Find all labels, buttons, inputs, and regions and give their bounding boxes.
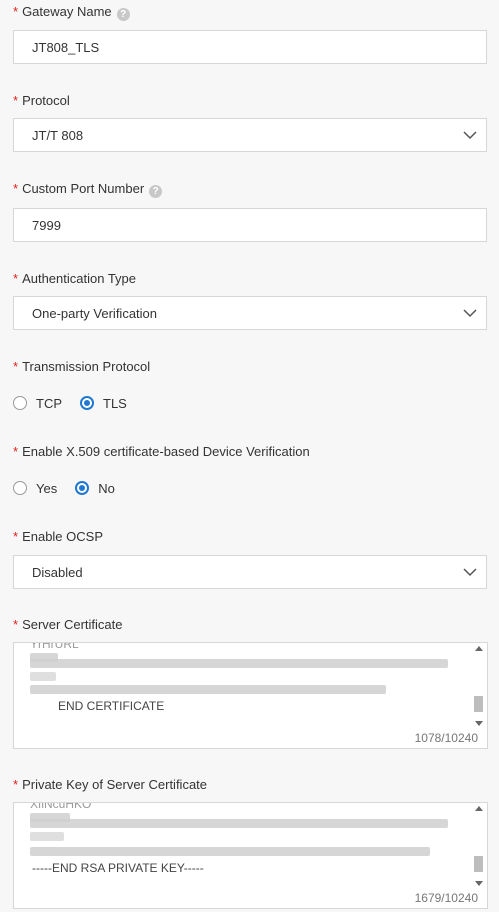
gateway-name-value: JT808_TLS <box>32 40 100 55</box>
auth-type-label: * Authentication Type <box>13 270 136 288</box>
radio-yes-label: Yes <box>36 480 58 496</box>
redacted-text <box>30 847 430 856</box>
scrollbar-thumb[interactable] <box>474 696 483 712</box>
server-certificate-textarea[interactable]: YrHrURL END CERTIFICATE 1078/10240 <box>13 642 488 749</box>
required-mark: * <box>13 93 19 108</box>
gateway-name-input[interactable]: JT808_TLS <box>13 30 487 64</box>
server-certificate-label-text: Server Certificate <box>22 617 123 632</box>
custom-port-value: 7999 <box>32 218 61 233</box>
required-mark: * <box>13 444 19 459</box>
required-mark: * <box>13 529 19 544</box>
scroll-down-icon[interactable] <box>475 881 483 886</box>
custom-port-input[interactable]: 7999 <box>13 208 487 242</box>
ocsp-select[interactable]: Disabled <box>13 555 487 589</box>
x509-verification-label-text: Enable X.509 certificate-based Device Ve… <box>22 444 310 459</box>
textarea-scrollbar[interactable] <box>474 806 484 886</box>
auth-type-label-text: Authentication Type <box>22 271 137 286</box>
private-key-char-counter: 1679/10240 <box>414 891 478 905</box>
ocsp-label: * Enable OCSP <box>13 528 103 546</box>
radio-no-label: No <box>98 480 115 496</box>
required-mark: * <box>13 271 19 286</box>
scroll-down-icon[interactable] <box>475 721 483 726</box>
question-circle-icon[interactable]: ? <box>149 185 163 198</box>
auth-type-select[interactable]: One-party Verification <box>13 296 487 330</box>
chevron-down-icon[interactable] <box>463 566 477 578</box>
redacted-text <box>30 819 448 828</box>
server-cert-char-counter: 1078/10240 <box>414 731 478 745</box>
radio-yes[interactable]: Yes <box>13 481 57 496</box>
gateway-name-label: * Gateway Name? <box>13 3 130 21</box>
auth-type-selected-value: One-party Verification <box>32 306 158 321</box>
protocol-label-text: Protocol <box>22 93 70 108</box>
private-key-label-text: Private Key of Server Certificate <box>22 777 208 792</box>
required-mark: * <box>13 4 19 19</box>
radio-tls-label: TLS <box>103 395 127 411</box>
radio-tls[interactable]: TLS <box>80 396 127 411</box>
protocol-selected-value: JT/T 808 <box>32 128 84 143</box>
private-key-textarea[interactable]: XfiNcuHKO -----END RSA PRIVATE KEY----- … <box>13 802 488 909</box>
radio-yes-circle[interactable] <box>13 481 27 495</box>
ocsp-selected-value: Disabled <box>32 565 83 580</box>
textarea-scrollbar[interactable] <box>474 646 484 726</box>
question-circle-icon[interactable]: ? <box>116 8 130 21</box>
server-certificate-label: * Server Certificate <box>13 616 122 634</box>
ocsp-label-text: Enable OCSP <box>22 529 103 544</box>
radio-no-circle[interactable] <box>75 481 90 495</box>
transmission-protocol-label: * Transmission Protocol <box>13 358 150 376</box>
radio-tcp-label: TCP <box>36 395 62 411</box>
scroll-up-icon[interactable] <box>475 646 483 651</box>
protocol-label: * Protocol <box>13 92 70 110</box>
transmission-protocol-radio-group: TCP TLS <box>13 394 145 412</box>
x509-verification-label: * Enable X.509 certificate-based Device V… <box>13 443 310 461</box>
required-mark: * <box>13 617 19 632</box>
redacted-text <box>30 659 448 668</box>
redacted-text <box>30 685 386 694</box>
server-cert-top-fragment: YrHrURL <box>30 642 79 651</box>
redacted-text <box>30 672 56 681</box>
private-key-last-line: -----END RSA PRIVATE KEY----- <box>32 861 204 875</box>
radio-tcp-circle[interactable] <box>13 396 27 410</box>
custom-port-label: * Custom Port Number? <box>13 180 163 198</box>
chevron-down-icon[interactable] <box>463 129 477 141</box>
chevron-down-icon[interactable] <box>463 307 477 319</box>
gateway-name-label-text: Gateway Name <box>22 4 112 19</box>
required-mark: * <box>13 181 19 196</box>
server-cert-last-line: END CERTIFICATE <box>58 699 165 713</box>
scrollbar-thumb[interactable] <box>474 856 483 872</box>
x509-radio-group: Yes No <box>13 479 133 497</box>
redacted-text <box>30 832 64 841</box>
private-key-top-fragment: XfiNcuHKO <box>30 802 92 811</box>
radio-tls-circle[interactable] <box>80 396 94 410</box>
radio-no[interactable]: No <box>75 481 115 496</box>
scroll-up-icon[interactable] <box>475 806 483 811</box>
radio-tcp[interactable]: TCP <box>13 396 62 411</box>
private-key-label: * Private Key of Server Certificate <box>13 776 207 794</box>
transmission-protocol-label-text: Transmission Protocol <box>22 359 151 374</box>
required-mark: * <box>13 777 19 792</box>
custom-port-label-text: Custom Port Number <box>22 181 145 196</box>
required-mark: * <box>13 359 19 374</box>
protocol-select[interactable]: JT/T 808 <box>13 118 487 152</box>
